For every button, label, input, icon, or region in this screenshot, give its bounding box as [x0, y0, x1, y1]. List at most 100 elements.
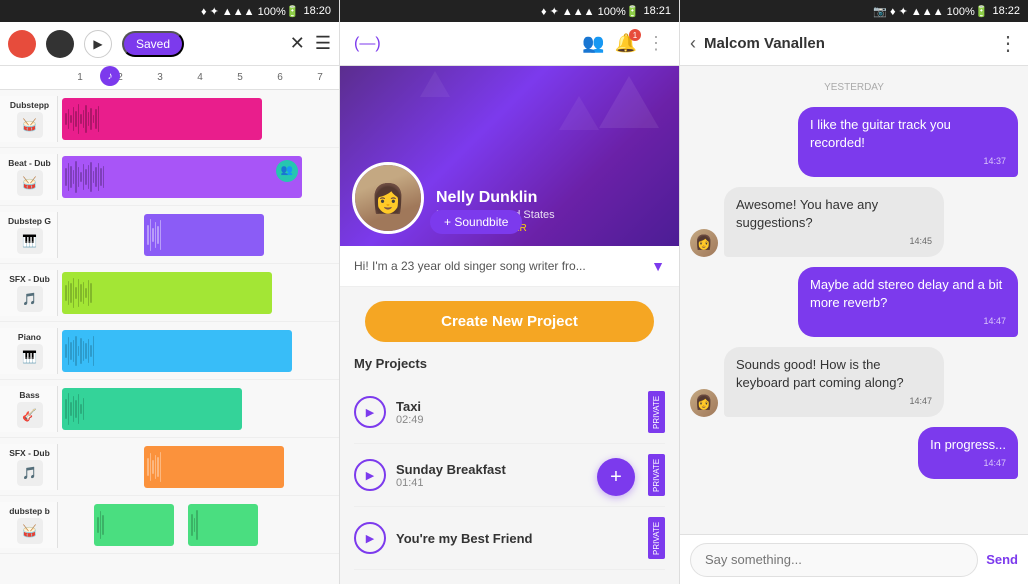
private-badge: PRIVATE: [648, 454, 665, 496]
project-duration: 02:49: [396, 414, 648, 426]
collab-badge[interactable]: 👥: [276, 160, 298, 182]
play-taxi-button[interactable]: ▶: [354, 396, 386, 428]
table-row: Bass 🎸: [0, 380, 339, 438]
my-projects-section: My Projects ▶ Taxi 02:49 PRIVATE ▶ Sunda…: [340, 356, 679, 570]
collab-icon[interactable]: 👥: [582, 33, 604, 54]
track-label: Beat - Dub 🥁: [0, 154, 58, 200]
stop-button[interactable]: [46, 30, 74, 58]
private-badge: PRIVATE: [648, 517, 665, 559]
timeline-num-1: 1: [60, 72, 100, 83]
record-button[interactable]: [8, 30, 36, 58]
track-label: SFX - Dub 🎵: [0, 444, 58, 490]
track-icon: 🎹: [17, 228, 43, 254]
track-block[interactable]: [188, 504, 258, 546]
track-icon: 🎸: [17, 402, 43, 428]
track-content[interactable]: [58, 322, 339, 379]
status-time-2: 18:21: [643, 5, 671, 17]
chat-messages: YESTERDAY I like the guitar track you re…: [680, 66, 1028, 534]
message-row: In progress... 14:47: [690, 427, 1018, 479]
daw-toolbar: ▶ Saved ✕ ☰: [0, 22, 339, 66]
message-row: 👩 Awesome! You have any suggestions? 14:…: [690, 187, 1018, 257]
avatar: 👩: [690, 229, 718, 257]
track-content[interactable]: [58, 206, 339, 263]
table-row: dubstep b 🥁: [0, 496, 339, 554]
track-label: Dubstep G 🎹: [0, 212, 58, 258]
status-bar-daw: ♦ ✦ ▲▲▲ 100%🔋 18:20: [0, 0, 339, 22]
project-details: You're my Best Friend: [396, 531, 648, 546]
play-sunday-button[interactable]: ▶: [354, 459, 386, 491]
daw-timeline: ♪ 1 2 3 4 5 6 7: [0, 66, 339, 90]
track-content[interactable]: [58, 380, 339, 437]
track-block[interactable]: [62, 388, 242, 430]
status-bar-chat: 📷 ♦ ✦ ▲▲▲ 100%🔋 18:22: [680, 0, 1028, 22]
message-time: 14:45: [736, 235, 932, 248]
track-block[interactable]: [62, 272, 272, 314]
track-icon: 🎹: [17, 344, 43, 370]
track-block[interactable]: [62, 98, 262, 140]
list-item: ▶ You're my Best Friend PRIVATE: [354, 507, 665, 570]
play-bestfriend-button[interactable]: ▶: [354, 522, 386, 554]
chat-bubble: Sounds good! How is the keyboard part co…: [724, 347, 944, 417]
my-projects-title: My Projects: [354, 356, 665, 371]
chat-title: Malcom Vanallen: [704, 35, 990, 52]
status-icons: ♦ ✦ ▲▲▲ 100%🔋: [201, 5, 300, 18]
list-item: ▶ Sunday Breakfast 01:41 + PRIVATE: [354, 444, 665, 507]
track-block[interactable]: [144, 214, 264, 256]
track-block[interactable]: [62, 330, 292, 372]
track-block[interactable]: 👥: [62, 156, 302, 198]
track-icon: 🥁: [17, 112, 43, 138]
back-button[interactable]: ‹: [690, 33, 696, 54]
status-time-3: 18:22: [992, 5, 1020, 17]
track-icon: 🎵: [17, 286, 43, 312]
track-content[interactable]: [58, 438, 339, 495]
message-text: I like the guitar track you recorded!: [810, 117, 951, 150]
track-icon: 🎵: [17, 460, 43, 486]
soundbite-button[interactable]: + Soundbite: [430, 210, 522, 234]
create-project-button[interactable]: Create New Project: [365, 301, 653, 342]
table-row: Dubstepp 🥁: [0, 90, 339, 148]
chat-more-icon[interactable]: ⋮: [998, 31, 1018, 56]
table-row: SFX - Dub 🎵: [0, 264, 339, 322]
message-text: In progress...: [930, 437, 1006, 452]
project-details: Taxi 02:49: [396, 399, 648, 426]
send-button[interactable]: Send: [986, 552, 1018, 567]
project-name: You're my Best Friend: [396, 531, 648, 546]
message-row: Maybe add stereo delay and a bit more re…: [690, 267, 1018, 337]
profile-banner: 👩 Nelly Dunklin New York, United States …: [340, 66, 679, 246]
timeline-num-3: 3: [140, 72, 180, 83]
table-row: Piano 🎹: [0, 322, 339, 380]
chat-input-bar: Send: [680, 534, 1028, 584]
track-content[interactable]: 👥: [58, 148, 339, 205]
more-icon[interactable]: ⋮: [647, 33, 665, 54]
chat-bubble: Awesome! You have any suggestions? 14:45: [724, 187, 944, 257]
tools-icon[interactable]: ✕: [290, 33, 305, 54]
track-content[interactable]: [58, 90, 339, 147]
status-time: 18:20: [303, 5, 331, 17]
message-time: 14:37: [810, 155, 1006, 168]
track-icon: 🥁: [17, 170, 43, 196]
chat-bubble: Maybe add stereo delay and a bit more re…: [798, 267, 1018, 337]
play-button[interactable]: ▶: [84, 30, 112, 58]
playhead-marker: ♪: [100, 66, 120, 86]
profile-bio: Hi! I'm a 23 year old singer song writer…: [340, 246, 679, 287]
track-label: Dubstepp 🥁: [0, 96, 58, 142]
track-icon: 🥁: [17, 518, 43, 544]
expand-icon[interactable]: ▼: [651, 258, 665, 274]
track-content[interactable]: [58, 264, 339, 321]
track-block[interactable]: [144, 446, 284, 488]
private-badge: PRIVATE: [648, 391, 665, 433]
fab-add-button[interactable]: +: [597, 458, 635, 496]
project-name: Taxi: [396, 399, 648, 414]
profile-back-icon[interactable]: (—): [354, 35, 381, 53]
chat-date-divider: YESTERDAY: [690, 82, 1018, 93]
play-icon: ▶: [93, 37, 102, 51]
message-text: Sounds good! How is the keyboard part co…: [736, 357, 904, 390]
track-block[interactable]: [94, 504, 174, 546]
track-content[interactable]: [58, 496, 339, 553]
notification-icon[interactable]: 🔔 1: [615, 33, 637, 54]
saved-button[interactable]: Saved: [122, 31, 184, 57]
menu-icon[interactable]: ☰: [315, 33, 331, 54]
message-text: Maybe add stereo delay and a bit more re…: [810, 277, 1002, 310]
message-input[interactable]: [690, 543, 978, 577]
avatar: 👩: [690, 389, 718, 417]
